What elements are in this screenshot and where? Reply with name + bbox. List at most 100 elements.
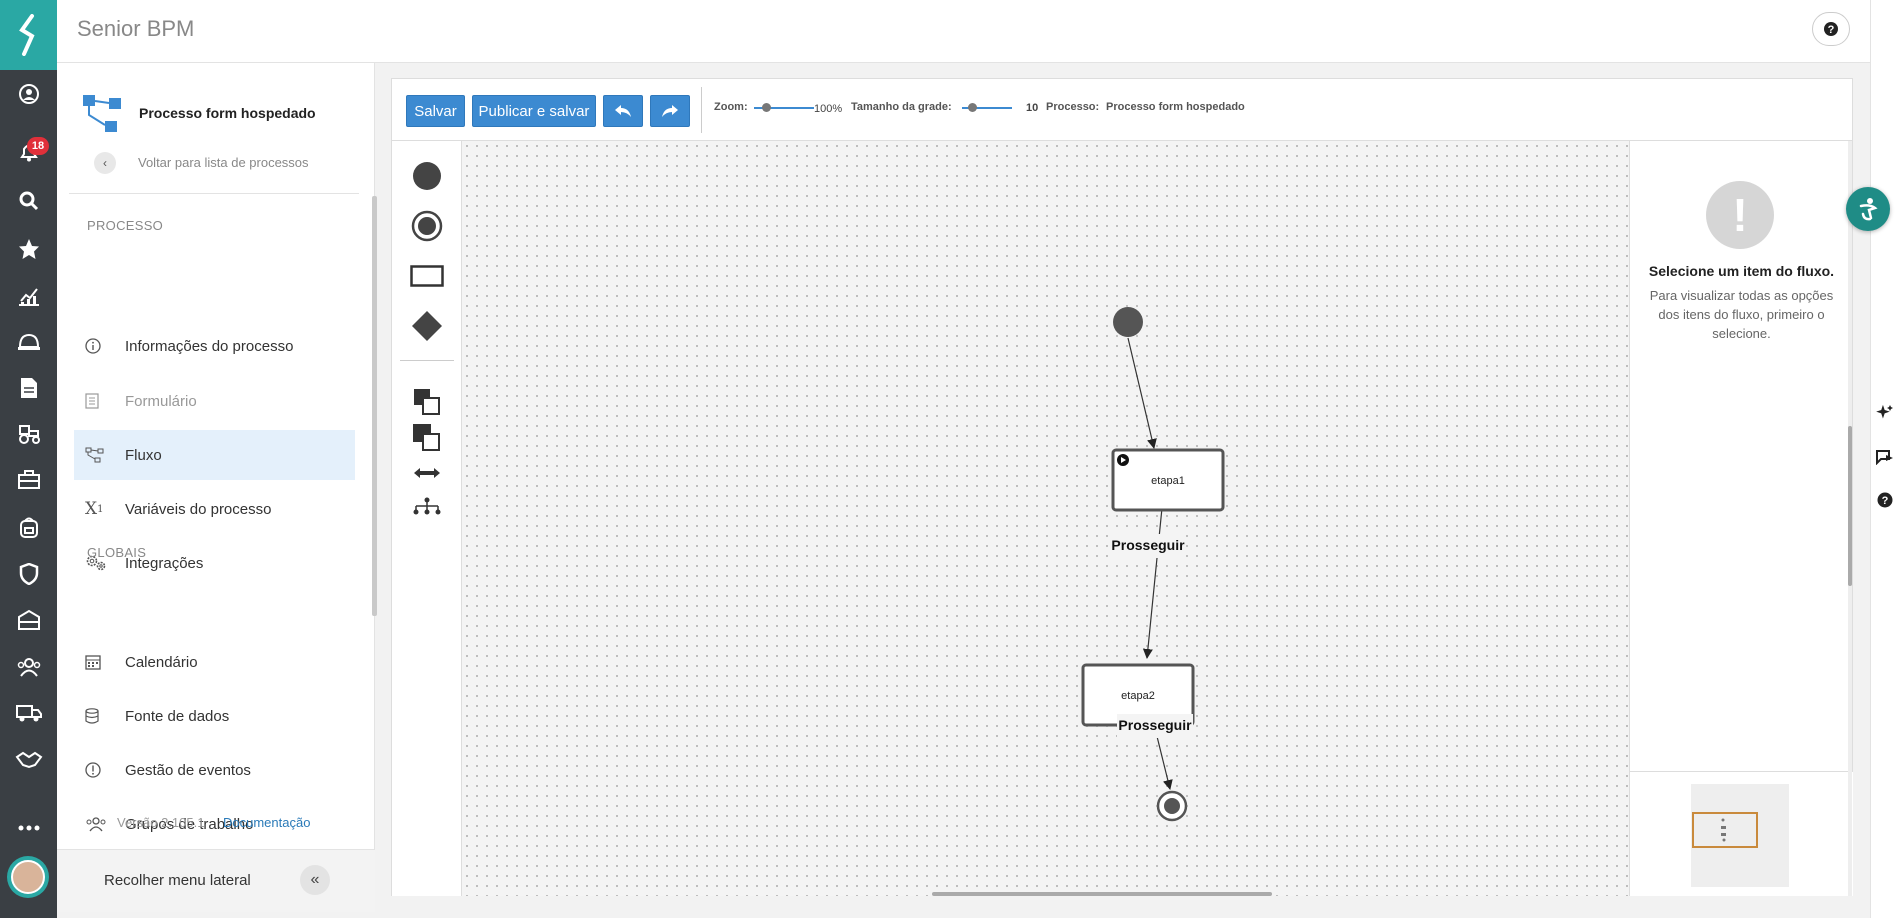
flow-edge[interactable] [1142,497,1164,659]
end-event-tool[interactable] [392,206,462,246]
palette-divider [400,360,454,361]
bring-to-front-tool[interactable] [392,382,462,422]
svg-text:?: ? [1882,495,1889,507]
user-avatar[interactable] [7,856,49,898]
edge-label[interactable]: Prosseguir [1118,717,1192,733]
sidebar-item-informacoes[interactable]: Informações do processo [74,321,355,371]
exclamation-icon: ! [1706,181,1774,249]
more-icon[interactable] [0,808,57,848]
undo-button[interactable] [603,95,643,127]
star-icon[interactable] [0,229,57,269]
auto-layout-tool[interactable] [392,486,462,526]
sidebar-item-label: Formulário [125,392,197,410]
collapse-menu-label: Recolher menu lateral [104,872,251,889]
task-node-etapa1[interactable]: etapa1 [1111,448,1225,512]
save-button[interactable]: Salvar [406,95,465,127]
backpack-icon[interactable] [0,507,57,547]
process-label: Processo: [1046,101,1100,113]
edge-label[interactable]: Prosseguir [1111,537,1185,553]
editor-toolbar: Salvar Publicar e salvar Zoom: 100% Tama… [392,79,1852,141]
gateway-tool[interactable] [392,306,462,346]
shield-icon[interactable] [0,554,57,594]
start-event-tool[interactable] [392,156,462,196]
zoom-value: 100% [814,103,843,115]
chevron-left-icon[interactable]: ‹ [94,152,116,174]
sidebar-item-gestao-de-eventos[interactable]: Gestão de eventos [74,745,355,795]
sidebar-item-variaveis[interactable]: X1 Variáveis do processo [74,484,355,534]
zoom-label: Zoom: [714,101,748,113]
back-to-process-list-link[interactable]: Voltar para lista de processos [138,155,309,170]
canvas-horizontal-scrollbar[interactable] [932,892,1272,896]
info-icon [85,338,115,354]
properties-panel: ! Selecione um item do fluxo. Para visua… [1629,141,1853,896]
sidebar-item-label: Fonte de dados [125,707,230,725]
editor-vertical-scroll-track [1848,141,1852,896]
chart-icon[interactable] [0,276,57,316]
app-rail: 18 [0,0,57,918]
properties-description: Para visualizar todas as opções dos iten… [1649,288,1834,341]
sidebar-scrollbar[interactable] [372,196,377,616]
collapse-menu-bar[interactable]: Recolher menu lateral « [57,849,375,912]
sidebar-item-calendario[interactable]: Calendário [74,637,355,687]
process-sidebar: Processo form hospedado ‹ Voltar para li… [57,63,375,912]
sidebar-item-label: Informações do processo [125,337,294,355]
redo-button[interactable] [650,95,690,127]
search-icon[interactable] [0,181,57,221]
flow-canvas[interactable]: etapa1 Prosseguir etapa2 Prosseguir [462,141,1629,896]
feedback-icon[interactable] [1872,444,1898,470]
senior-logo[interactable] [0,0,57,70]
question-circle-icon[interactable]: ? [1872,487,1898,513]
user-circle-icon[interactable] [0,74,57,114]
sparkle-icon[interactable] [1872,400,1898,426]
sidebar-item-formulario[interactable]: Formulário [74,376,355,426]
process-flow-icon [83,95,121,132]
svg-text:?: ? [1828,24,1835,36]
accessibility-assistant-button[interactable] [1846,187,1890,231]
grid-size-slider[interactable] [962,103,1012,112]
form-icon [85,393,115,409]
briefcase-icon[interactable] [0,460,57,500]
shape-palette [392,141,462,896]
toolbar-divider [701,87,702,133]
calendar-icon [85,654,115,670]
grid-size-label: Tamanho da grade: [851,101,952,113]
app-title: Senior BPM [77,16,195,41]
team-icon[interactable] [0,647,57,687]
flow-icon [85,447,115,463]
properties-title: Selecione um item do fluxo. [1648,263,1835,279]
truck-icon[interactable] [0,693,57,733]
group-icon [85,816,115,832]
minimap[interactable] [1630,771,1853,896]
editor-vertical-scrollbar[interactable] [1848,426,1852,586]
publish-and-save-button[interactable]: Publicar e salvar [472,95,596,127]
end-event[interactable] [1156,790,1188,822]
helmet-icon[interactable] [0,322,57,362]
version-label: Versão 2.105.1 [117,815,205,830]
building-icon[interactable] [0,600,57,640]
zoom-slider-knob[interactable] [762,103,771,112]
task-tool[interactable] [392,256,462,296]
document-icon[interactable] [0,368,57,408]
minimap-flow-thumbnail [1721,818,1726,842]
task-label: etapa2 [1121,690,1155,702]
help-button[interactable]: ? [1812,12,1850,46]
flow-diagram[interactable]: etapa1 Prosseguir etapa2 Prosseguir [462,141,1629,896]
zoom-slider[interactable] [754,103,814,112]
start-event[interactable] [1113,307,1143,337]
sidebar-item-fluxo[interactable]: Fluxo [74,430,355,480]
tractor-icon[interactable] [0,414,57,454]
sidebar-item-label: Variáveis do processo [125,500,272,518]
assistant-icon [1859,198,1878,221]
sidebar-item-label: Fluxo [125,446,162,464]
redo-icon [662,105,678,117]
documentation-link[interactable]: Documentação [223,815,310,830]
send-to-back-tool[interactable] [392,418,462,458]
grid-size-value: 10 [1026,102,1039,114]
sidebar-item-fonte-de-dados[interactable]: Fonte de dados [74,691,355,741]
sidebar-item-label: Calendário [125,653,198,671]
double-chevron-left-icon[interactable]: « [300,865,330,895]
grid-size-slider-knob[interactable] [968,103,977,112]
handshake-icon[interactable] [0,740,57,780]
process-name: Processo form hospedado [139,105,316,121]
flow-edge[interactable] [1127,337,1157,449]
